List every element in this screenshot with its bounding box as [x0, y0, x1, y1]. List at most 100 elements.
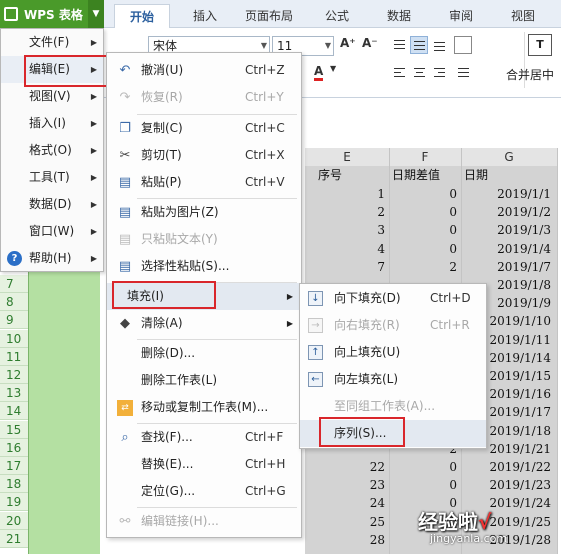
date-cell[interactable]: 2019/1/3: [461, 221, 551, 239]
row-header[interactable]: 16: [0, 439, 28, 457]
menu-item-label: 视图(V): [29, 89, 71, 103]
row-header[interactable]: 11: [0, 348, 28, 366]
header-cell[interactable]: 日期: [464, 166, 488, 184]
menu-item-goto[interactable]: 定位(G)... Ctrl+G: [107, 478, 301, 505]
menu-item-paste-special[interactable]: ▤ 选择性粘贴(S)...: [107, 253, 301, 280]
row-header[interactable]: 12: [0, 366, 28, 384]
column-header-e[interactable]: E: [305, 148, 389, 166]
row-header[interactable]: 15: [0, 421, 28, 439]
date-cell[interactable]: 2019/1/2: [461, 203, 551, 221]
row-header[interactable]: 10: [0, 330, 28, 348]
menu-item-data[interactable]: 数据(D) ▶: [1, 191, 103, 218]
row-header[interactable]: 19: [0, 493, 28, 511]
diff-cell[interactable]: 0: [389, 203, 457, 221]
menu-item-view[interactable]: 视图(V) ▶: [1, 83, 103, 110]
menu-item-delete-sheet[interactable]: 删除工作表(L): [107, 367, 301, 394]
menu-item-file[interactable]: 文件(F) ▶: [1, 29, 103, 56]
seq-cell[interactable]: 3: [305, 221, 385, 239]
row-header[interactable]: 17: [0, 457, 28, 475]
merge-center-button[interactable]: 合并居中: [506, 66, 554, 83]
font-color-icon[interactable]: A: [314, 64, 324, 81]
menu-item-fill-left[interactable]: ← 向左填充(L): [300, 366, 486, 393]
align-right-icon[interactable]: [430, 64, 448, 82]
align-top-icon[interactable]: [390, 36, 408, 54]
menu-item-paste[interactable]: ▤ 粘贴(P) Ctrl+V: [107, 169, 301, 196]
seq-cell[interactable]: 2: [305, 203, 385, 221]
row-header[interactable]: 7: [0, 275, 28, 293]
row-header[interactable]: 8: [0, 293, 28, 311]
merge-center-icon[interactable]: T: [528, 34, 552, 56]
tab-data[interactable]: 数据: [374, 4, 424, 28]
row-header[interactable]: 21: [0, 530, 28, 548]
tab-page-layout[interactable]: 页面布局: [238, 4, 300, 28]
menu-item-delete[interactable]: 删除(D)...: [107, 340, 301, 367]
chevron-down-icon[interactable]: ▼: [330, 64, 336, 73]
row-header[interactable]: 9: [0, 311, 28, 329]
justify-icon[interactable]: [454, 64, 472, 82]
date-cell[interactable]: 2019/1/22: [461, 458, 551, 476]
row-header[interactable]: 13: [0, 384, 28, 402]
diff-cell[interactable]: 0: [389, 476, 457, 494]
menu-item-window[interactable]: 窗口(W) ▶: [1, 218, 103, 245]
tab-home[interactable]: 开始: [114, 4, 170, 28]
grow-font-icon[interactable]: A⁺: [340, 36, 356, 50]
tab-insert[interactable]: 插入: [178, 4, 232, 28]
seq-cell[interactable]: 22: [305, 458, 385, 476]
align-left-icon[interactable]: [390, 64, 408, 82]
seq-cell[interactable]: 28: [305, 531, 385, 549]
menu-item-fill-up[interactable]: ↑ 向上填充(U): [300, 339, 486, 366]
menu-item-help[interactable]: ? 帮助(H) ▶: [1, 245, 103, 272]
diff-cell[interactable]: 0: [389, 240, 457, 258]
date-cell[interactable]: 2019/1/7: [461, 258, 551, 276]
header-cell[interactable]: 序号: [318, 166, 342, 184]
row-header[interactable]: 18: [0, 475, 28, 493]
tab-review[interactable]: 审阅: [436, 4, 486, 28]
row-header[interactable]: 20: [0, 512, 28, 530]
wps-app-button[interactable]: WPS 表格 ▼: [0, 0, 104, 28]
tab-formulas[interactable]: 公式: [312, 4, 362, 28]
menu-item-find[interactable]: ⌕ 查找(F)... Ctrl+F: [107, 424, 301, 451]
menu-item-redo[interactable]: ↷ 恢复(R) Ctrl+Y: [107, 84, 301, 111]
menu-item-format[interactable]: 格式(O) ▶: [1, 137, 103, 164]
diff-cell[interactable]: 0: [389, 185, 457, 203]
menu-item-move-copy-sheet[interactable]: ⇄ 移动或复制工作表(M)...: [107, 394, 301, 421]
date-cell[interactable]: 2019/1/23: [461, 476, 551, 494]
menu-item-clear[interactable]: ◆ 清除(A) ▶: [107, 310, 301, 337]
header-cell[interactable]: 日期差值: [392, 166, 440, 184]
seq-cell[interactable]: 23: [305, 476, 385, 494]
menu-item-replace[interactable]: 替换(E)... Ctrl+H: [107, 451, 301, 478]
seq-cell[interactable]: 25: [305, 513, 385, 531]
column-header-g[interactable]: G: [461, 148, 557, 166]
shrink-font-icon[interactable]: A⁻: [362, 36, 378, 50]
diff-cell[interactable]: 0: [389, 458, 457, 476]
date-cell[interactable]: 2019/1/1: [461, 185, 551, 203]
menu-item-fill-across-sheets[interactable]: 至同组工作表(A)...: [300, 393, 486, 420]
menu-item-cut[interactable]: ✂ 剪切(T) Ctrl+X: [107, 142, 301, 169]
menu-item-fill-down[interactable]: ↓ 向下填充(D) Ctrl+D: [300, 285, 486, 312]
column-header-f[interactable]: F: [389, 148, 461, 166]
tab-view[interactable]: 视图: [498, 4, 548, 28]
seq-cell[interactable]: 7: [305, 258, 385, 276]
shortcut-label: Ctrl+G: [245, 484, 286, 498]
seq-cell[interactable]: 4: [305, 240, 385, 258]
menu-item-fill-right[interactable]: → 向右填充(R) Ctrl+R: [300, 312, 486, 339]
diff-cell[interactable]: 2: [389, 258, 457, 276]
menu-item-paste-text[interactable]: ▤ 只粘贴文本(Y): [107, 226, 301, 253]
menu-item-copy[interactable]: ❐ 复制(C) Ctrl+C: [107, 115, 301, 142]
diff-cell[interactable]: 0: [389, 221, 457, 239]
date-cell[interactable]: 2019/1/4: [461, 240, 551, 258]
menu-item-paste-picture[interactable]: ▤ 粘贴为图片(Z): [107, 199, 301, 226]
menu-item-undo[interactable]: ↶ 撤消(U) Ctrl+Z: [107, 57, 301, 84]
align-middle-icon[interactable]: [410, 36, 428, 54]
menu-item-edit-links[interactable]: ⚯ 编辑链接(H)...: [107, 508, 301, 535]
align-bottom-icon[interactable]: [430, 36, 448, 54]
wrap-text-icon[interactable]: [454, 36, 472, 54]
seq-cell[interactable]: 24: [305, 494, 385, 512]
chevron-down-icon[interactable]: ▼: [88, 0, 104, 28]
menu-item-tools[interactable]: 工具(T) ▶: [1, 164, 103, 191]
align-center-icon[interactable]: [410, 64, 428, 82]
selected-column[interactable]: [28, 260, 100, 554]
row-header[interactable]: 14: [0, 402, 28, 420]
seq-cell[interactable]: 1: [305, 185, 385, 203]
menu-item-insert[interactable]: 插入(I) ▶: [1, 110, 103, 137]
